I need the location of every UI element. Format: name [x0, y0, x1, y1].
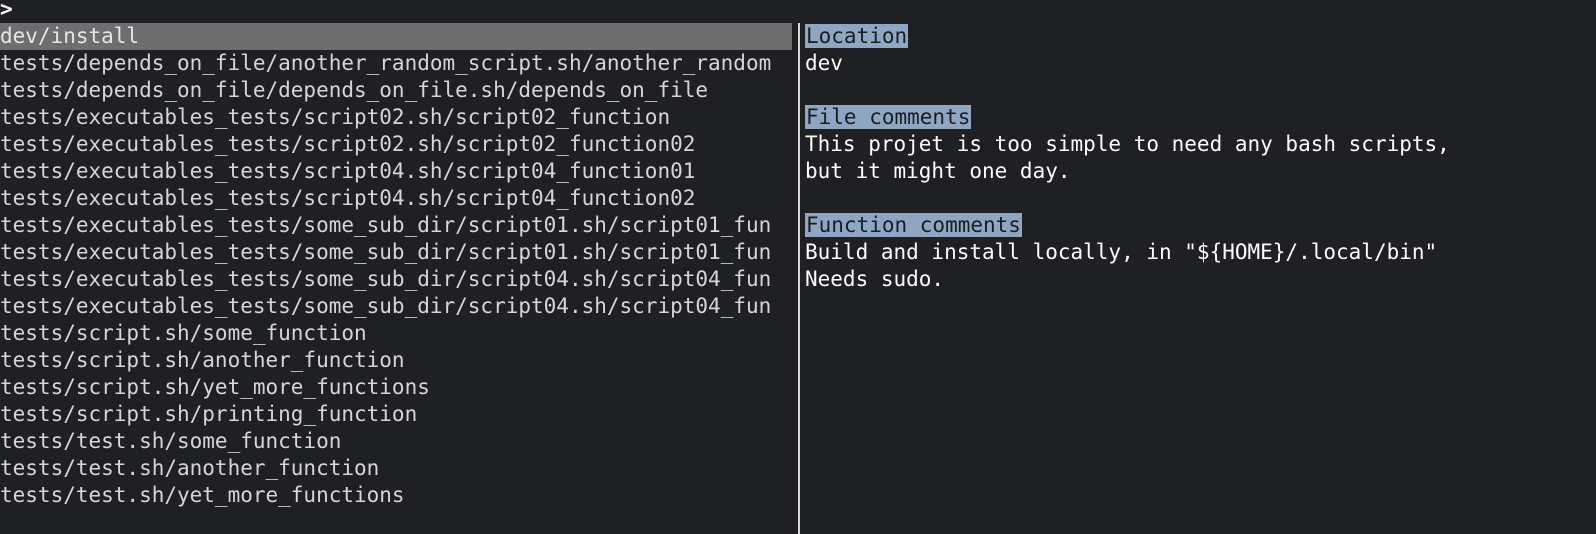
list-item[interactable]: tests/script.sh/yet_more_functions — [0, 374, 792, 401]
preview-pane: Location dev File comments This projet i… — [805, 23, 1585, 293]
list-item[interactable]: tests/executables_tests/some_sub_dir/scr… — [0, 293, 792, 320]
function-comments-line: Build and install locally, in "${HOME}/.… — [805, 240, 1438, 264]
results-list: dev/install tests/depends_on_file/anothe… — [0, 23, 792, 509]
list-item[interactable]: tests/executables_tests/script02.sh/scri… — [0, 104, 792, 131]
list-item[interactable]: tests/executables_tests/some_sub_dir/scr… — [0, 239, 792, 266]
list-item[interactable]: tests/executables_tests/script04.sh/scri… — [0, 158, 792, 185]
list-item[interactable]: tests/script.sh/printing_function — [0, 401, 792, 428]
list-item[interactable]: tests/executables_tests/script04.sh/scri… — [0, 185, 792, 212]
list-item[interactable]: tests/executables_tests/script02.sh/scri… — [0, 131, 792, 158]
location-value: dev — [805, 51, 843, 75]
list-item-selected[interactable]: dev/install — [0, 23, 792, 50]
list-item[interactable]: tests/test.sh/some_function — [0, 428, 792, 455]
function-comments-header: Function comments — [805, 213, 1022, 237]
list-item[interactable]: tests/test.sh/another_function — [0, 455, 792, 482]
function-comments-line: Needs sudo. — [805, 267, 945, 291]
list-item[interactable]: tests/depends_on_file/depends_on_file.sh… — [0, 77, 792, 104]
list-item[interactable]: tests/script.sh/another_function — [0, 347, 792, 374]
list-item[interactable]: tests/executables_tests/some_sub_dir/scr… — [0, 266, 792, 293]
file-comments-header: File comments — [805, 105, 972, 129]
list-item[interactable]: tests/test.sh/yet_more_functions — [0, 482, 792, 509]
list-item[interactable]: tests/depends_on_file/another_random_scr… — [0, 50, 792, 77]
pane-divider — [798, 23, 800, 534]
location-header: Location — [805, 24, 909, 48]
list-item[interactable]: tests/script.sh/some_function — [0, 320, 792, 347]
file-comments-line: but it might one day. — [805, 159, 1071, 183]
list-item[interactable]: tests/executables_tests/some_sub_dir/scr… — [0, 212, 792, 239]
file-comments-line: This projet is too simple to need any ba… — [805, 132, 1450, 156]
prompt-symbol[interactable]: > — [0, 0, 13, 21]
